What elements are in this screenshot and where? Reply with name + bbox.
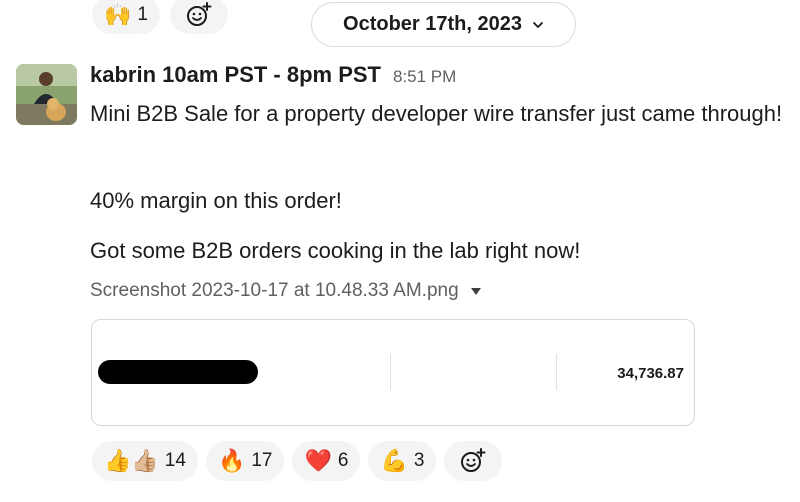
message-paragraph: Got some B2B orders cooking in the lab r… (90, 238, 581, 263)
reaction-raised-hands[interactable]: 🙌 1 (92, 0, 160, 34)
reaction-count: 14 (164, 450, 186, 471)
add-reaction-button[interactable] (444, 441, 503, 481)
add-reaction-button[interactable] (169, 0, 228, 34)
thumbs-up-emoji: 👍👍🏼 (104, 448, 159, 473)
chevron-down-icon (533, 21, 543, 28)
fire-emoji: 🔥 (217, 448, 246, 473)
add-reaction-icon (186, 2, 212, 26)
heart-emoji: ❤️ (304, 448, 332, 473)
date-divider-label: October 17th, 2023 (343, 13, 522, 35)
date-divider-button[interactable]: October 17th, 2023 (311, 2, 576, 47)
reaction-fire[interactable]: 🔥 17 (205, 441, 285, 481)
message-header: kabrin 10am PST - 8pm PST 8:51 PM (90, 62, 456, 88)
avatar[interactable] (16, 64, 77, 125)
attachment-filename-row[interactable]: Screenshot 2023-10-17 at 10.48.33 AM.png (90, 280, 481, 302)
redacted-text-mark (98, 360, 258, 384)
reaction-count: 6 (337, 450, 349, 471)
add-reaction-icon (461, 448, 486, 472)
column-divider (390, 354, 391, 390)
message-reactions: 👍👍🏼 14 🔥 17 ❤️ 6 💪 3 (92, 441, 503, 481)
avatar-photo (16, 64, 77, 125)
reaction-heart[interactable]: ❤️ 6 (292, 441, 361, 481)
message-timestamp[interactable]: 8:51 PM (393, 67, 456, 87)
reaction-count: 1 (137, 4, 148, 25)
message-paragraph: 40% margin on this order! (90, 188, 342, 213)
attachment-preview[interactable]: 34,736.87 (91, 319, 695, 426)
reaction-muscle[interactable]: 💪 3 (368, 441, 437, 481)
reaction-thumbs-up[interactable]: 👍👍🏼 14 (92, 441, 198, 481)
previous-message-reactions: 🙌 1 (92, 0, 228, 34)
muscle-emoji: 💪 (380, 448, 408, 473)
column-divider (556, 354, 557, 390)
attachment-filename: Screenshot 2023-10-17 at 10.48.33 AM.png (90, 280, 459, 301)
sender-name[interactable]: kabrin 10am PST - 8pm PST (90, 62, 381, 88)
reaction-count: 3 (413, 450, 425, 471)
message-paragraph: Mini B2B Sale for a property developer w… (90, 101, 783, 126)
raised-hands-emoji: 🙌 (104, 2, 132, 27)
slack-message-view: 🙌 1 October 17th, 2023 kabrin 10am PST -… (0, 0, 800, 502)
attachment-amount: 34,736.87 (617, 365, 684, 382)
caret-down-icon[interactable] (470, 287, 481, 295)
reaction-count: 17 (251, 450, 273, 471)
